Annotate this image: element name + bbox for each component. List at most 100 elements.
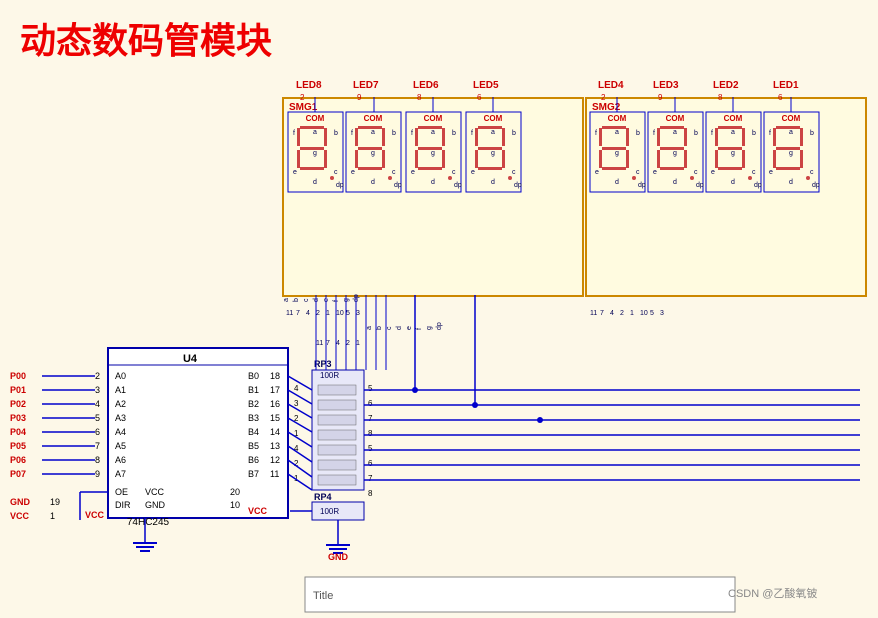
svg-text:B1: B1 (248, 385, 259, 395)
svg-text:LED7: LED7 (353, 80, 379, 91)
svg-text:20: 20 (230, 487, 240, 497)
schematic-canvas: SMG1 SMG2 LED8 LED7 LED6 LED5 LED4 LED3 … (0, 0, 878, 618)
svg-text:g: g (371, 150, 375, 157)
svg-text:b: b (694, 130, 698, 137)
svg-text:1: 1 (326, 310, 330, 317)
svg-text:dp: dp (514, 182, 522, 189)
svg-text:P07: P07 (10, 469, 26, 479)
svg-text:7: 7 (95, 441, 100, 451)
svg-text:P06: P06 (10, 455, 26, 465)
svg-text:B2: B2 (248, 399, 259, 409)
svg-text:B3: B3 (248, 413, 259, 423)
svg-text:6: 6 (778, 93, 783, 102)
svg-text:COM: COM (306, 114, 325, 123)
svg-text:dp: dp (638, 182, 646, 189)
svg-text:d: d (431, 179, 435, 186)
svg-text:e: e (323, 298, 330, 302)
svg-text:a: a (789, 129, 793, 136)
svg-text:dp: dp (696, 182, 704, 189)
svg-text:e: e (293, 169, 297, 176)
svg-text:4: 4 (610, 310, 614, 317)
svg-text:COM: COM (608, 114, 627, 123)
svg-text:e: e (711, 169, 715, 176)
svg-text:g: g (343, 298, 350, 302)
svg-text:11: 11 (316, 340, 323, 347)
svg-text:COM: COM (484, 114, 503, 123)
svg-text:5: 5 (346, 310, 350, 317)
svg-text:2: 2 (316, 310, 320, 317)
svg-text:g: g (313, 150, 317, 157)
svg-text:4: 4 (294, 384, 299, 393)
svg-text:c: c (303, 298, 310, 302)
svg-text:A7: A7 (115, 469, 126, 479)
svg-text:B4: B4 (248, 427, 259, 437)
svg-text:a: a (283, 298, 290, 302)
svg-text:d: d (313, 179, 317, 186)
svg-text:LED2: LED2 (713, 80, 739, 91)
svg-text:e: e (351, 169, 355, 176)
svg-text:a: a (371, 129, 375, 136)
svg-text:VCC: VCC (85, 510, 105, 520)
svg-text:17: 17 (270, 385, 280, 395)
svg-text:COM: COM (424, 114, 443, 123)
svg-text:2: 2 (95, 371, 100, 381)
svg-text:74HC245: 74HC245 (127, 517, 170, 528)
svg-text:g: g (789, 150, 793, 157)
svg-text:16: 16 (270, 399, 280, 409)
svg-text:10: 10 (230, 500, 240, 510)
svg-text:A2: A2 (115, 399, 126, 409)
svg-text:f: f (653, 130, 655, 137)
svg-text:e: e (471, 169, 475, 176)
svg-text:19: 19 (50, 497, 60, 507)
svg-text:1: 1 (630, 310, 634, 317)
svg-text:7: 7 (296, 310, 300, 317)
svg-text:d: d (313, 298, 320, 302)
svg-text:c: c (452, 169, 456, 176)
svg-text:c: c (810, 169, 814, 176)
svg-text:2: 2 (346, 340, 350, 347)
svg-text:b: b (810, 130, 814, 137)
svg-text:e: e (653, 169, 657, 176)
svg-text:b: b (293, 298, 300, 302)
svg-text:dp: dp (812, 182, 820, 189)
svg-text:15: 15 (270, 413, 280, 423)
svg-text:2: 2 (294, 459, 299, 468)
svg-text:OE: OE (115, 487, 128, 497)
svg-text:DIR: DIR (115, 500, 131, 510)
svg-text:2: 2 (294, 414, 299, 423)
svg-text:3: 3 (356, 310, 360, 317)
svg-text:GND: GND (328, 552, 349, 562)
svg-text:8: 8 (368, 489, 373, 498)
svg-text:B5: B5 (248, 441, 259, 451)
svg-text:9: 9 (95, 469, 100, 479)
svg-text:3: 3 (294, 399, 299, 408)
svg-text:A5: A5 (115, 441, 126, 451)
svg-text:dp: dp (336, 182, 344, 189)
svg-text:6: 6 (368, 399, 373, 408)
svg-text:g: g (491, 150, 495, 157)
svg-text:d: d (396, 326, 403, 330)
svg-text:11: 11 (590, 310, 597, 317)
svg-text:7: 7 (368, 414, 373, 423)
svg-text:LED6: LED6 (413, 80, 439, 91)
svg-text:b: b (452, 130, 456, 137)
svg-text:e: e (595, 169, 599, 176)
svg-text:b: b (752, 130, 756, 137)
svg-text:5: 5 (368, 384, 373, 393)
svg-text:4: 4 (336, 340, 340, 347)
svg-text:1: 1 (294, 474, 299, 483)
svg-text:f: f (416, 328, 423, 330)
svg-text:100R: 100R (320, 371, 339, 380)
svg-text:dp: dp (394, 182, 402, 189)
svg-text:g: g (673, 150, 677, 157)
svg-text:5: 5 (368, 444, 373, 453)
svg-text:SMG2: SMG2 (592, 102, 621, 113)
svg-text:c: c (752, 169, 756, 176)
svg-text:f: f (471, 130, 473, 137)
svg-text:d: d (371, 179, 375, 186)
svg-text:7: 7 (600, 310, 604, 317)
svg-text:dp: dp (436, 322, 443, 330)
svg-text:VCC: VCC (145, 487, 165, 497)
svg-text:VCC: VCC (248, 506, 268, 516)
svg-text:c: c (392, 169, 396, 176)
